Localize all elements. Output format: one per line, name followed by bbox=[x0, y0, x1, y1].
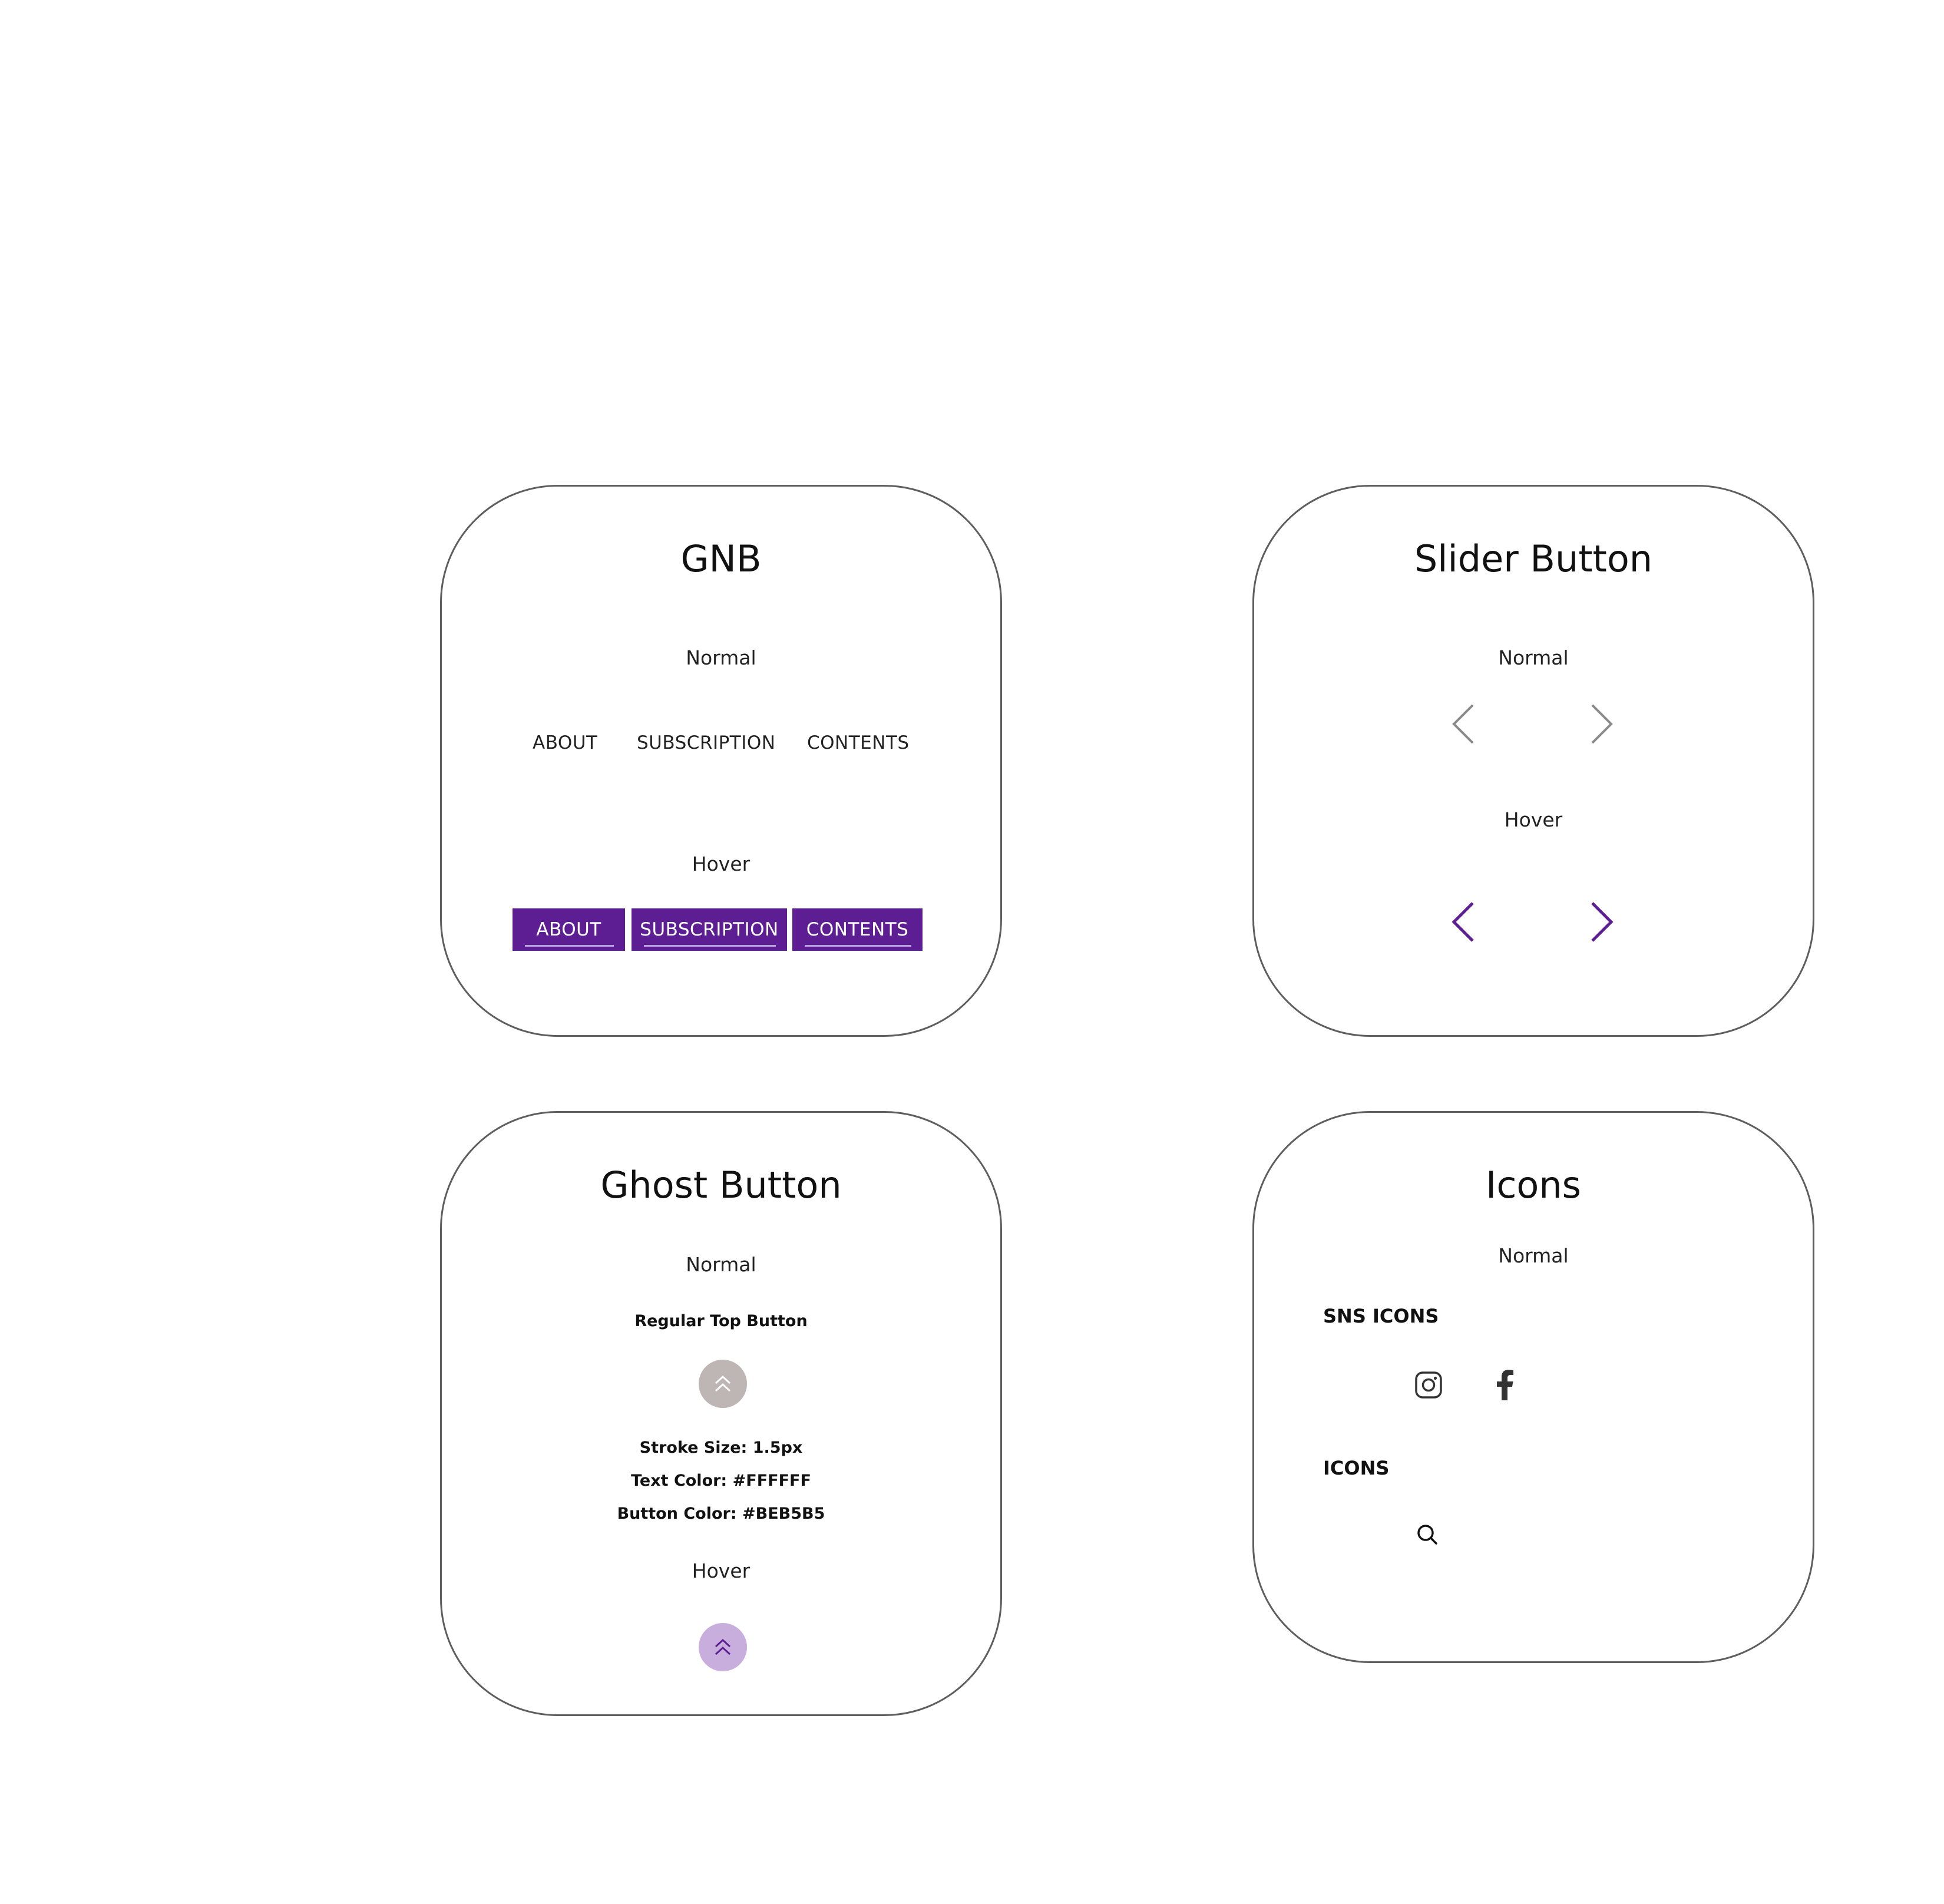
icons-normal-label: Normal bbox=[1498, 1244, 1569, 1267]
double-chevron-up-icon bbox=[715, 1638, 731, 1655]
gnb-title: GNB bbox=[680, 537, 762, 580]
icons-card: Icons Normal SNS ICONS ICONS bbox=[1252, 1111, 1814, 1663]
slider-title: Slider Button bbox=[1414, 537, 1653, 580]
chevron-right-icon[interactable] bbox=[1589, 703, 1615, 745]
gnb-hover-underline bbox=[644, 945, 776, 947]
gnb-hover-underline bbox=[805, 945, 911, 947]
ghost-hover-label: Hover bbox=[692, 1559, 751, 1582]
gnb-card: GNB Normal ABOUT SUBSCRIPTION CONTENTS H… bbox=[440, 485, 1002, 1037]
gnb-normal-label: Normal bbox=[686, 646, 756, 669]
icons-section-label: ICONS bbox=[1323, 1457, 1390, 1479]
top-button-hover[interactable] bbox=[699, 1623, 747, 1671]
gnb-normal-about[interactable]: ABOUT bbox=[533, 734, 597, 752]
ghost-spec-text-color: Text Color: #FFFFFF bbox=[631, 1472, 811, 1490]
chevron-left-icon[interactable] bbox=[1450, 703, 1476, 745]
search-icon[interactable] bbox=[1416, 1523, 1439, 1546]
top-button-normal[interactable] bbox=[699, 1360, 747, 1408]
gnb-hover-about[interactable]: ABOUT bbox=[513, 908, 625, 951]
sns-icons-label: SNS ICONS bbox=[1323, 1305, 1439, 1327]
gnb-normal-subscription[interactable]: SUBSCRIPTION bbox=[637, 734, 775, 752]
gnb-hover-contents[interactable]: CONTENTS bbox=[792, 908, 923, 951]
instagram-icon[interactable] bbox=[1414, 1371, 1443, 1399]
chevron-right-icon[interactable] bbox=[1589, 901, 1615, 943]
gnb-hover-underline bbox=[525, 945, 614, 947]
gnb-hover-label: Hover bbox=[692, 852, 751, 875]
facebook-icon[interactable] bbox=[1495, 1368, 1514, 1400]
icons-title: Icons bbox=[1486, 1163, 1581, 1206]
ghost-button-card: Ghost Button Normal Regular Top Button S… bbox=[440, 1111, 1002, 1716]
ghost-normal-label: Normal bbox=[686, 1253, 756, 1276]
gnb-hover-contents-label: CONTENTS bbox=[806, 919, 909, 940]
chevron-left-icon[interactable] bbox=[1450, 901, 1476, 943]
ghost-spec-stroke: Stroke Size: 1.5px bbox=[639, 1439, 803, 1457]
slider-hover-label: Hover bbox=[1504, 808, 1563, 831]
slider-button-card: Slider Button Normal Hover bbox=[1252, 485, 1814, 1037]
gnb-hover-subscription[interactable]: SUBSCRIPTION bbox=[632, 908, 787, 951]
ghost-title: Ghost Button bbox=[600, 1163, 842, 1206]
ghost-subtitle: Regular Top Button bbox=[634, 1312, 808, 1330]
ghost-spec-button-color: Button Color: #BEB5B5 bbox=[617, 1505, 825, 1523]
double-chevron-up-icon bbox=[715, 1375, 731, 1392]
slider-normal-label: Normal bbox=[1498, 646, 1569, 669]
gnb-hover-subscription-label: SUBSCRIPTION bbox=[640, 919, 779, 940]
gnb-hover-about-label: ABOUT bbox=[536, 919, 601, 940]
gnb-normal-contents[interactable]: CONTENTS bbox=[807, 734, 910, 752]
